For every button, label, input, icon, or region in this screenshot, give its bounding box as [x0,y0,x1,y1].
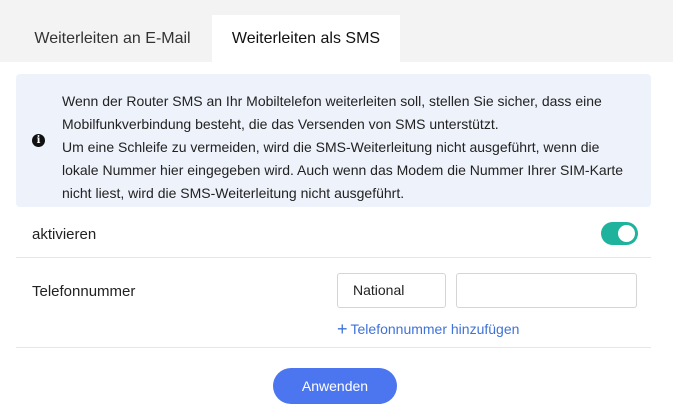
info-box: i Wenn der Router SMS an Ihr Mobiltelefo… [16,74,651,207]
divider [16,347,651,348]
info-line: Wenn der Router SMS an Ihr Mobiltelefon … [62,93,602,109]
apply-button[interactable]: Anwenden [273,368,397,404]
info-line: lokale Nummer hier eingegeben wird. Auch… [62,162,624,178]
tab-forward-sms[interactable]: Weiterleiten als SMS [212,15,400,62]
info-text: Wenn der Router SMS an Ihr Mobiltelefon … [62,90,637,205]
plus-icon: + [337,319,348,339]
add-phone-label: Telefonnummer hinzufügen [350,321,520,337]
phone-label: Telefonnummer [32,283,136,300]
number-format-select[interactable]: National [337,273,446,308]
tab-bar: Weiterleiten an E-Mail Weiterleiten als … [0,0,673,62]
activate-label: aktivieren [32,226,97,243]
info-line: Mobilfunkverbindung besteht, die das Ver… [62,116,499,132]
info-line: nicht liest, wird die SMS-Weiterleitung … [62,185,405,201]
divider [16,257,651,258]
activate-toggle[interactable] [601,222,638,245]
info-line: Um eine Schleife zu vermeiden, wird die … [62,139,600,155]
toggle-knob [618,225,635,242]
add-phone-link[interactable]: + Telefonnummer hinzufügen [337,319,520,339]
tab-forward-email[interactable]: Weiterleiten an E-Mail [15,15,210,62]
phone-number-input[interactable] [456,273,637,308]
info-icon: i [32,134,45,147]
